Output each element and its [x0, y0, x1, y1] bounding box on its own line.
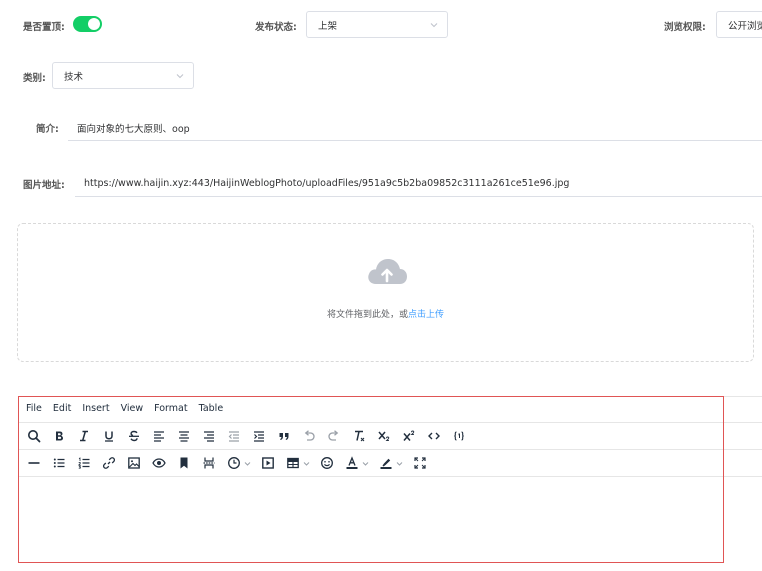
rich-text-editor[interactable]: [18, 396, 724, 563]
image-url-label: 图片地址:: [23, 180, 65, 191]
category-value: 技术: [64, 71, 84, 83]
publish-status-value: 上架: [318, 20, 338, 32]
image-url-input[interactable]: https://www.haijin.xyz:443/HaijinWeblogP…: [75, 171, 762, 197]
category-select[interactable]: 技术: [52, 62, 194, 89]
summary-value: 面向对象的七大原则、oop: [77, 123, 190, 135]
pinned-label: 是否置顶:: [23, 22, 65, 33]
view-permission-value: 公开浏览: [728, 20, 762, 32]
view-permission-label: 浏览权限:: [664, 22, 706, 33]
upload-hint: 将文件拖到此处，或点击上传: [18, 307, 753, 320]
upload-dropzone[interactable]: 将文件拖到此处，或点击上传: [17, 223, 754, 362]
chevron-down-icon: [429, 20, 439, 30]
cloud-upload-icon: [365, 254, 409, 290]
switch-knob: [88, 18, 100, 30]
pinned-switch[interactable]: [73, 16, 102, 32]
category-label: 类别:: [23, 73, 46, 84]
view-permission-select[interactable]: 公开浏览: [716, 11, 762, 38]
chevron-down-icon: [175, 71, 185, 81]
upload-hint-text: 将文件拖到此处，或: [326, 310, 408, 320]
summary-input[interactable]: 面向对象的七大原则、oop: [68, 115, 762, 141]
summary-label: 简介:: [36, 124, 59, 135]
publish-status-select[interactable]: 上架: [306, 11, 448, 38]
upload-click-link[interactable]: 点击上传: [408, 310, 444, 320]
image-url-value: https://www.haijin.xyz:443/HaijinWeblogP…: [84, 178, 570, 189]
publish-status-label: 发布状态:: [255, 22, 297, 33]
